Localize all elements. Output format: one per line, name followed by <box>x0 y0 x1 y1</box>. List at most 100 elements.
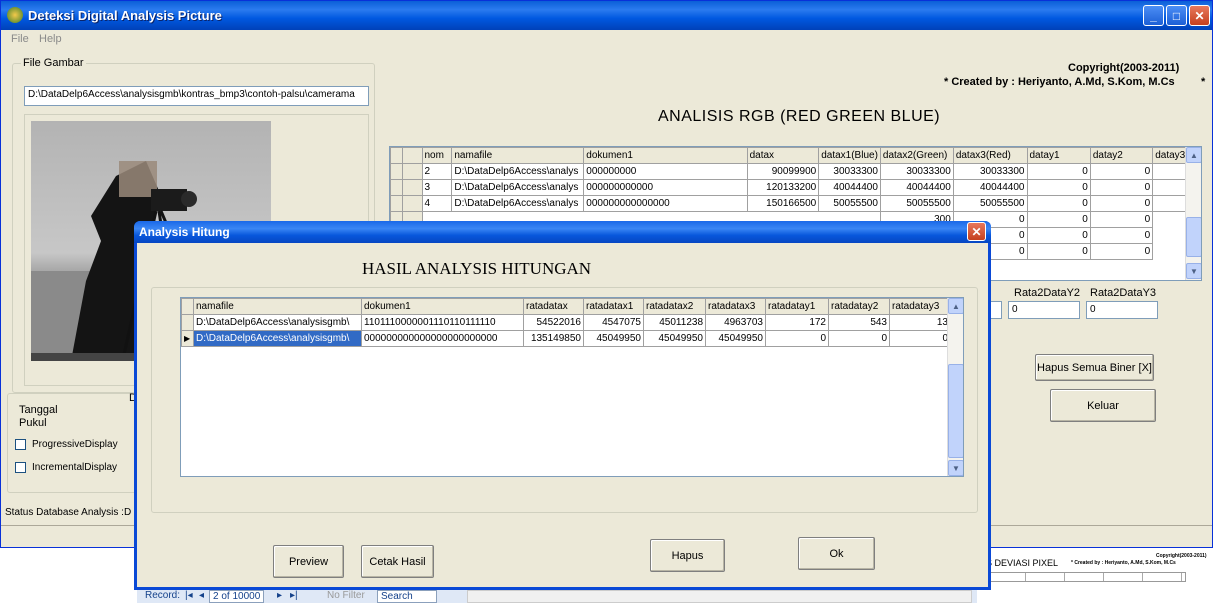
cell[interactable]: 40044400 <box>818 179 881 196</box>
row-selector[interactable] <box>390 195 403 212</box>
col-header-datay1[interactable]: datay1 <box>1026 147 1091 164</box>
cell[interactable]: 4547075 <box>583 314 644 331</box>
result-data-grid[interactable]: namafile dokumen1 ratadatax ratadatax1 r… <box>180 297 964 477</box>
cell[interactable]: 000000000000000 <box>583 195 748 212</box>
keluar-button[interactable]: Keluar <box>1050 389 1156 422</box>
cell[interactable]: 0 <box>1026 163 1091 180</box>
col-header-ratadatay2[interactable]: ratadatay2 <box>828 298 890 315</box>
record-position[interactable]: 2 of 10000 <box>209 590 265 603</box>
cell[interactable]: D:\DataDelp6Access\analysisgmb\ <box>193 314 362 331</box>
menu-help[interactable]: Help <box>39 33 62 45</box>
cell[interactable]: D:\DataDelp6Access\analys <box>451 179 585 196</box>
cell[interactable]: 0 <box>765 330 829 347</box>
cell[interactable]: 45049950 <box>705 330 766 347</box>
rgb-grid-scrollbar[interactable]: ▲ ▼ <box>1185 147 1201 280</box>
cell[interactable]: 45049950 <box>643 330 706 347</box>
rata2-y3-field[interactable]: 0 <box>1086 301 1158 319</box>
scroll-thumb[interactable] <box>948 364 963 458</box>
current-row-pointer-icon[interactable]: ▶ <box>181 330 194 347</box>
first-record-button[interactable]: |◂ <box>185 590 193 601</box>
row-selector[interactable] <box>390 163 403 180</box>
scroll-thumb[interactable] <box>1186 217 1201 257</box>
menu-file[interactable]: File <box>11 33 29 45</box>
cell[interactable]: 30033300 <box>818 163 881 180</box>
cell[interactable]: 0 <box>1026 179 1091 196</box>
cell[interactable]: 0 <box>1026 243 1091 260</box>
row-selector[interactable] <box>181 314 194 331</box>
rata2-y2-field[interactable]: 0 <box>1008 301 1080 319</box>
cell[interactable]: 543 <box>828 314 890 331</box>
scroll-up-arrow[interactable]: ▲ <box>1186 147 1201 163</box>
progressive-checkbox-box[interactable] <box>15 439 26 450</box>
row-selector[interactable] <box>390 179 403 196</box>
prev-record-button[interactable]: ◂ <box>199 590 204 601</box>
col-header-datax2[interactable]: datax2(Green) <box>879 147 954 164</box>
cell[interactable]: 45011238 <box>643 314 706 331</box>
cell[interactable]: 000000000000000000000000 <box>361 330 524 347</box>
col-header-ratadatax1[interactable]: ratadatax1 <box>583 298 644 315</box>
col-header-ratadatax2[interactable]: ratadatax2 <box>643 298 706 315</box>
cell[interactable]: 45049950 <box>583 330 644 347</box>
cell[interactable]: 50055500 <box>818 195 881 212</box>
col-header-datax1[interactable]: datax1(Blue) <box>818 147 881 164</box>
scroll-down-arrow[interactable]: ▼ <box>1186 263 1201 279</box>
col-header-datax3[interactable]: datax3(Red) <box>952 147 1028 164</box>
close-button[interactable]: ✕ <box>1189 5 1210 26</box>
incremental-checkbox[interactable]: IncrementalDisplay <box>15 462 117 473</box>
cell[interactable]: D:\DataDelp6Access\analys <box>451 195 585 212</box>
row-selector[interactable] <box>401 195 423 212</box>
cell[interactable]: 30033300 <box>879 163 954 180</box>
last-record-button[interactable]: ▸| <box>290 590 298 601</box>
cell[interactable]: 0 <box>1089 179 1154 196</box>
col-header-namafile[interactable]: namafile <box>193 298 362 315</box>
maximize-button[interactable]: □ <box>1166 5 1187 26</box>
cell[interactable]: 40044400 <box>879 179 954 196</box>
col-header-namafile[interactable]: namafile <box>451 147 585 164</box>
hapus-button[interactable]: Hapus <box>650 539 725 572</box>
cell[interactable]: 000000000 <box>583 163 748 180</box>
cell[interactable]: 0 <box>828 330 890 347</box>
cell[interactable]: 0 <box>1026 195 1091 212</box>
incremental-checkbox-box[interactable] <box>15 462 26 473</box>
cell[interactable]: 90099900 <box>746 163 820 180</box>
cell[interactable]: 1101110000001110110111110 <box>361 314 524 331</box>
cell[interactable]: 13 <box>889 314 951 331</box>
cell[interactable]: D:\DataDelp6Access\analys <box>451 163 585 180</box>
table-row[interactable]: D:\DataDelp6Access\analysisgmb\ 11011100… <box>181 314 951 331</box>
cell[interactable]: 0 <box>1089 227 1154 244</box>
cell[interactable]: 0 <box>1026 211 1091 228</box>
cell[interactable]: 0 <box>889 330 951 347</box>
row-selector[interactable] <box>401 163 423 180</box>
col-header-nom[interactable]: nom <box>421 147 453 164</box>
minimize-button[interactable]: _ <box>1143 5 1164 26</box>
horizontal-scrollbar[interactable] <box>467 590 972 603</box>
cell-selected[interactable]: D:\DataDelp6Access\analysisgmb\ <box>193 330 362 347</box>
search-box[interactable]: Search <box>377 590 437 603</box>
cell[interactable]: 0 <box>1089 163 1154 180</box>
cell[interactable]: 2 <box>421 163 453 180</box>
progressive-checkbox[interactable]: ProgressiveDisplay <box>15 439 118 450</box>
col-header-ratadatax3[interactable]: ratadatax3 <box>705 298 766 315</box>
result-grid-scrollbar[interactable]: ▲ ▼ <box>947 298 963 476</box>
no-filter-label[interactable]: No Filter <box>327 590 365 601</box>
cell[interactable]: 4 <box>421 195 453 212</box>
col-header-ratadatax[interactable]: ratadatax <box>523 298 584 315</box>
cell[interactable]: 4963703 <box>705 314 766 331</box>
cell[interactable]: 0 <box>1089 195 1154 212</box>
cell[interactable]: 0 <box>1089 243 1154 260</box>
cell[interactable]: 150166500 <box>746 195 820 212</box>
cell[interactable]: 50055500 <box>879 195 954 212</box>
scroll-up-arrow[interactable]: ▲ <box>948 298 963 314</box>
table-row[interactable]: 3 D:\DataDelp6Access\analys 000000000000… <box>390 179 1201 196</box>
cetak-hasil-button[interactable]: Cetak Hasil <box>361 545 434 578</box>
cell[interactable]: 0 <box>1026 227 1091 244</box>
cell[interactable]: 40044400 <box>952 179 1028 196</box>
file-path-field[interactable]: D:\DataDelp6Access\analysisgmb\kontras_b… <box>24 86 369 106</box>
cell[interactable]: 135149850 <box>523 330 584 347</box>
col-header-ratadatay3[interactable]: ratadatay3 <box>889 298 951 315</box>
col-header-datay2[interactable]: datay2 <box>1089 147 1154 164</box>
scroll-down-arrow[interactable]: ▼ <box>948 460 963 476</box>
cell[interactable]: 54522016 <box>523 314 584 331</box>
ok-button[interactable]: Ok <box>798 537 875 570</box>
cell[interactable]: 172 <box>765 314 829 331</box>
